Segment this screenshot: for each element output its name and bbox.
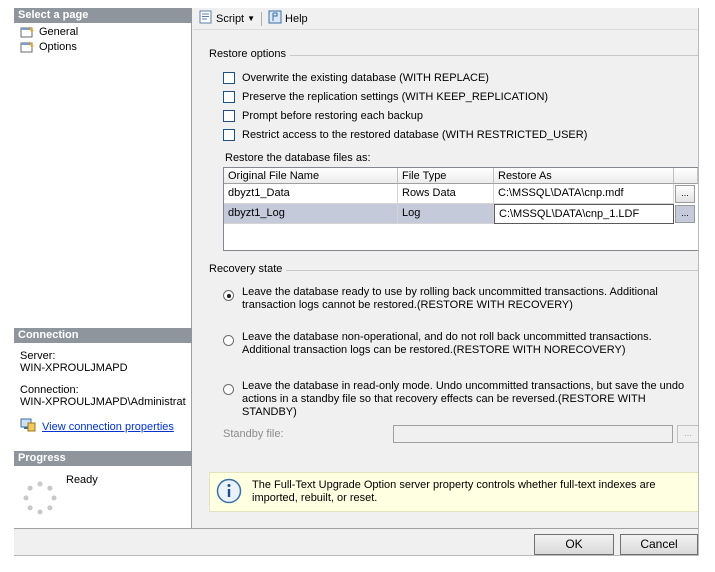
script-button[interactable]: Script ▼	[199, 10, 255, 27]
info-message-text: The Full-Text Upgrade Option server prop…	[252, 479, 656, 504]
chevron-down-icon: ▼	[247, 14, 256, 23]
recovery-option-text: Leave the database ready to use by rolli…	[242, 286, 658, 311]
cancel-button[interactable]: Cancel	[620, 534, 698, 555]
server-value: WIN-XPROULJMAPD	[20, 362, 128, 374]
file-name-cell[interactable]: dbyzt1_Data	[224, 184, 398, 204]
recovery-option-restore-with-norecovery[interactable]: Leave the database non-operational, and …	[223, 331, 693, 357]
restrict-access-checkbox-row[interactable]: Restrict access to the restored database…	[223, 129, 587, 141]
checkbox-label: Preserve the replication settings (WITH …	[242, 91, 549, 103]
overwrite-checkbox-row[interactable]: Overwrite the existing database (WITH RE…	[223, 72, 489, 84]
connection-header: Connection	[14, 328, 192, 343]
file-type-cell[interactable]: Log	[398, 204, 494, 224]
restore-database-dialog: Select a page General Options Connection…	[14, 8, 699, 556]
ok-button[interactable]: OK	[534, 534, 614, 555]
script-icon	[199, 10, 213, 27]
restore-files-grid: Original File Name File Type Restore As …	[223, 167, 698, 251]
select-page-header: Select a page	[14, 8, 192, 23]
standby-radio[interactable]	[223, 384, 234, 395]
progress-spinner-icon	[22, 480, 58, 516]
help-button[interactable]: Help	[268, 10, 308, 27]
page-item-label: Options	[39, 41, 77, 53]
prompt-before-restoring-checkbox[interactable]	[223, 110, 235, 122]
restrict-access-checkbox[interactable]	[223, 129, 235, 141]
restore-files-label: Restore the database files as:	[225, 152, 371, 164]
progress-header: Progress	[14, 451, 192, 466]
left-pane: Select a page General Options Connection…	[14, 8, 192, 528]
connection-properties-icon	[20, 418, 36, 435]
checkbox-label: Restrict access to the restored database…	[242, 129, 588, 141]
recovery-radio[interactable]	[223, 290, 234, 301]
restore-options-title: Restore options	[209, 48, 291, 60]
column-header-blank	[674, 168, 698, 184]
page-item-options[interactable]: Options	[20, 40, 77, 54]
info-icon	[216, 478, 242, 507]
recovery-option-text: Leave the database in read-only mode. Un…	[242, 380, 685, 418]
recovery-state-title: Recovery state	[209, 263, 287, 275]
recovery-option-text: Leave the database non-operational, and …	[242, 331, 652, 356]
recovery-option-restore-with-standby[interactable]: Leave the database in read-only mode. Un…	[223, 380, 693, 419]
file-type-cell[interactable]: Rows Data	[398, 184, 494, 204]
restore-as-edit-input[interactable]: C:\MSSQL\DATA\cnp_1.LDF	[494, 204, 674, 224]
page-item-label: General	[39, 26, 79, 38]
table-row[interactable]: dbyzt1_Data Rows Data C:\MSSQL\DATA\cnp.…	[224, 184, 696, 204]
view-connection-properties-link[interactable]: View connection properties	[20, 418, 174, 435]
page-icon	[20, 26, 35, 38]
column-header-original-file-name[interactable]: Original File Name	[224, 168, 398, 184]
overwrite-checkbox[interactable]	[223, 72, 235, 84]
standby-browse-button[interactable]: ...	[677, 425, 698, 443]
column-header-restore-as[interactable]: Restore As	[494, 168, 674, 184]
checkbox-label: Prompt before restoring each backup	[242, 110, 423, 122]
script-label: Script	[216, 12, 245, 25]
preserve-replication-checkbox[interactable]	[223, 91, 235, 103]
page-item-general[interactable]: General	[20, 25, 78, 39]
connection-label: Connection:	[20, 384, 79, 396]
grid-header-row: Original File Name File Type Restore As	[224, 168, 698, 184]
table-row[interactable]: dbyzt1_Log Log C:\MSSQL\DATA\cnp_1.LDF .…	[224, 204, 696, 224]
file-name-cell[interactable]: dbyzt1_Log	[224, 204, 398, 224]
norecovery-radio[interactable]	[223, 335, 234, 346]
server-label: Server:	[20, 350, 56, 362]
restore-as-cell[interactable]: C:\MSSQL\DATA\cnp.mdf	[494, 184, 674, 204]
info-message-box: The Full-Text Upgrade Option server prop…	[209, 472, 698, 512]
help-label: Help	[285, 12, 308, 25]
help-icon	[268, 10, 282, 27]
toolbar: Script ▼ Help	[193, 8, 698, 30]
browse-button[interactable]: ...	[675, 205, 695, 223]
connection-value: WIN-XPROULJMAPD\Administrat	[20, 396, 186, 408]
preserve-replication-checkbox-row[interactable]: Preserve the replication settings (WITH …	[223, 91, 548, 103]
standby-file-label: Standby file:	[223, 428, 284, 440]
toolbar-separator	[261, 11, 263, 26]
checkbox-label: Overwrite the existing database (WITH RE…	[242, 72, 489, 84]
browse-button[interactable]: ...	[675, 185, 695, 203]
progress-status: Ready	[66, 474, 98, 486]
prompt-before-restoring-checkbox-row[interactable]: Prompt before restoring each backup	[223, 110, 423, 122]
page-icon	[20, 41, 35, 53]
recovery-option-restore-with-recovery[interactable]: Leave the database ready to use by rolli…	[223, 286, 693, 312]
standby-file-input[interactable]	[393, 425, 673, 443]
column-header-file-type[interactable]: File Type	[398, 168, 494, 184]
view-connection-label: View connection properties	[42, 420, 174, 433]
right-pane: Script ▼ Help Restore options Overwrite …	[193, 8, 698, 528]
